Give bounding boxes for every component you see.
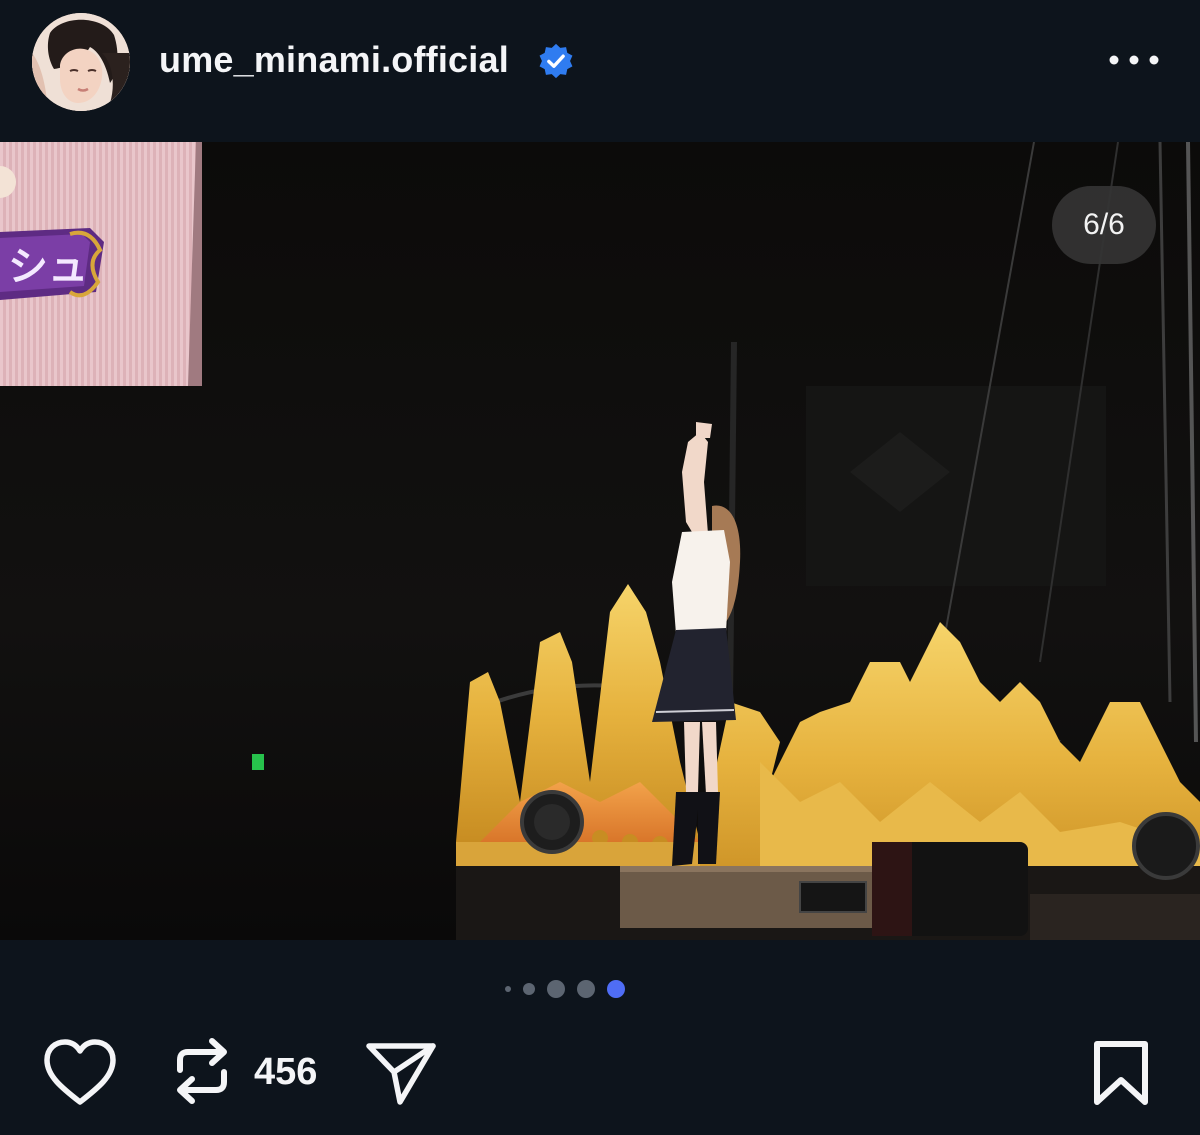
screen-caption: シュ [8, 244, 88, 290]
slide-counter: 6/6 [1052, 186, 1156, 264]
bookmark-icon[interactable] [1090, 1038, 1152, 1108]
carousel-dot[interactable] [505, 986, 511, 992]
carousel-dot[interactable] [547, 980, 565, 998]
carousel-indicator [500, 978, 625, 1000]
more-horizontal-icon[interactable] [1104, 46, 1164, 74]
repost-icon[interactable] [170, 1034, 234, 1108]
avatar-photo [32, 13, 130, 111]
carousel-dot[interactable] [577, 980, 595, 998]
repost-count: 456 [254, 1051, 318, 1093]
post-view: ume_minami.official シュ 6/6 456 [0, 0, 1200, 1135]
username[interactable]: ume_minami.official [159, 38, 509, 82]
avatar[interactable] [32, 13, 130, 111]
post-photo[interactable]: シュ 6/6 [0, 142, 1200, 940]
action-bar: 456 [0, 1030, 1200, 1120]
verified-badge-icon [539, 43, 573, 79]
concert-stage-photo: シュ [0, 142, 1200, 940]
carousel-dot[interactable] [523, 983, 535, 995]
post-header: ume_minami.official [0, 0, 1200, 140]
carousel-dot-active[interactable] [607, 980, 625, 998]
heart-icon[interactable] [42, 1038, 118, 1108]
send-icon[interactable] [364, 1038, 438, 1108]
